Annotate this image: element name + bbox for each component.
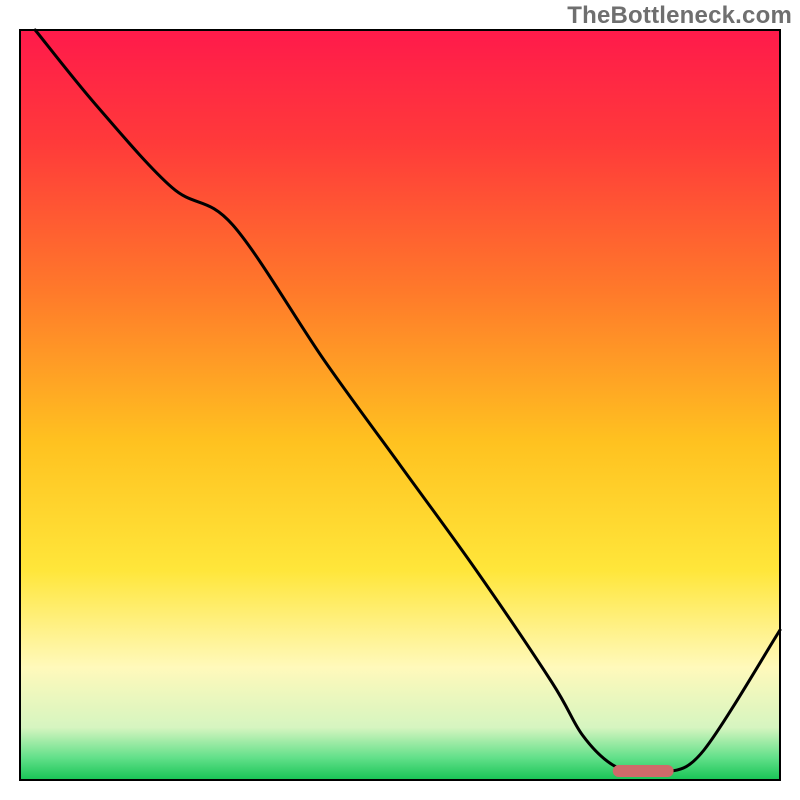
optimum-range-marker [613,765,674,777]
bottleneck-chart [0,0,800,800]
chart-container: TheBottleneck.com [0,0,800,800]
plot-background [20,30,780,780]
